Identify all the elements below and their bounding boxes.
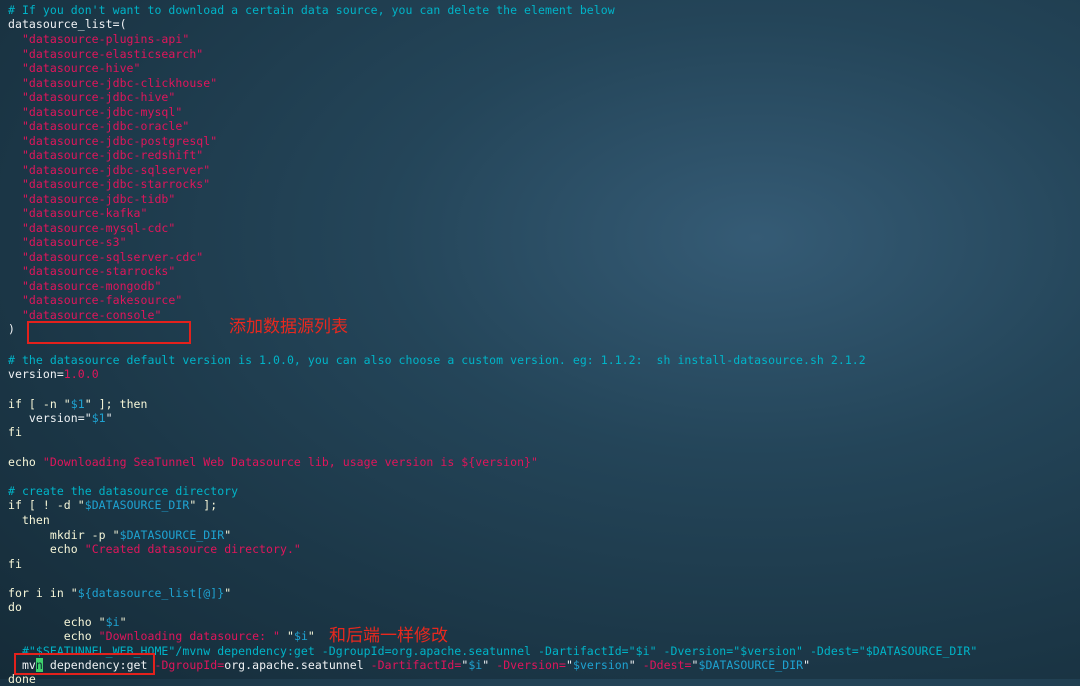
echo-keyword: echo bbox=[8, 615, 99, 629]
echo-variable: $i bbox=[293, 629, 308, 643]
for-variable: ${datasource_list[@]} bbox=[77, 586, 225, 600]
comment-line: # the datasource default version is 1.0.… bbox=[8, 353, 866, 367]
quote: " bbox=[112, 528, 120, 542]
mvn-flag: -Ddest= bbox=[642, 658, 692, 672]
if-rest: ]; bbox=[196, 498, 218, 512]
annotation-add-datasource-list: 添加数据源列表 bbox=[229, 317, 348, 337]
echo-keyword: echo bbox=[8, 542, 85, 556]
for-keyword: for i in bbox=[8, 586, 71, 600]
version-assignment: version=1.0.0 bbox=[8, 367, 99, 381]
if-keyword: if [ ! -d bbox=[8, 498, 78, 512]
quote: " bbox=[307, 629, 315, 643]
if-keyword: if [ -n bbox=[8, 397, 64, 411]
then-line: then bbox=[8, 513, 50, 527]
datasource-list-item: "datasource-plugins-api" bbox=[8, 32, 190, 46]
datasource-list-item: "datasource-starrocks" bbox=[8, 264, 176, 278]
if-line: if [ -n "$1" ]; then bbox=[8, 397, 148, 411]
mvn-variable: $version bbox=[572, 658, 629, 672]
echo-keyword: echo bbox=[8, 629, 99, 643]
datasource-list-item: "datasource-kafka" bbox=[8, 206, 148, 220]
assign-variable: $1 bbox=[91, 411, 106, 425]
echo-string: "Created datasource directory." bbox=[84, 542, 301, 556]
echo-keyword: echo bbox=[8, 455, 43, 469]
datasource-list-item: "datasource-jdbc-starrocks" bbox=[8, 177, 211, 191]
datasource-list-item: "datasource-jdbc-postgresql" bbox=[8, 133, 218, 148]
if-dir-line: if [ ! -d "$DATASOURCE_DIR" ]; bbox=[8, 498, 217, 512]
list-decl-text: datasource_list=( bbox=[8, 17, 127, 31]
datasource-list-item: "datasource-jdbc-sqlserver" bbox=[8, 162, 211, 177]
mkdir-variable: $DATASOURCE_DIR bbox=[119, 528, 225, 542]
fi-line: fi bbox=[8, 557, 22, 571]
if-variable: $DATASOURCE_DIR bbox=[84, 498, 190, 512]
quote: " bbox=[63, 397, 71, 411]
datasource-list-item: "datasource-hive" bbox=[8, 61, 141, 75]
quote: " bbox=[482, 658, 497, 672]
datasource-list-item: "datasource-console" bbox=[8, 307, 162, 322]
mvn-variable: $i bbox=[468, 658, 483, 672]
mvn-flag: -Dversion= bbox=[496, 658, 566, 672]
mkdir-line: mkdir -p "$DATASOURCE_DIR" bbox=[8, 528, 231, 542]
echo-downloading-line: echo "Downloading datasource: " "$i" bbox=[8, 629, 315, 643]
comment-line: # create the datasource directory bbox=[8, 484, 239, 498]
version-value: 1.0.0 bbox=[63, 367, 99, 381]
quote: " bbox=[224, 528, 232, 542]
quote: " bbox=[119, 615, 127, 629]
echo-string: "Downloading SeaTunnel Web Datasource li… bbox=[42, 455, 538, 469]
datasource-list-item: "datasource-jdbc-redshift" bbox=[8, 148, 204, 162]
datasource-list-item: "datasource-elasticsearch" bbox=[8, 46, 204, 61]
quote: " bbox=[98, 615, 106, 629]
datasource-list-item: "datasource-fakesource" bbox=[8, 293, 183, 307]
assign-key: version= bbox=[8, 411, 85, 425]
quote: " bbox=[224, 586, 232, 600]
for-line: for i in "${datasource_list[@]}" bbox=[8, 586, 231, 600]
datasource-list-item: "datasource-jdbc-oracle" bbox=[8, 119, 190, 133]
datasource-list-item: "datasource-jdbc-hive" bbox=[8, 90, 176, 104]
echo-variable: $i bbox=[105, 615, 120, 629]
quote: " bbox=[105, 411, 113, 425]
echo-created-line: echo "Created datasource directory." bbox=[8, 542, 301, 556]
list-declaration: datasource_list=( bbox=[8, 17, 127, 31]
quote: " bbox=[803, 658, 811, 672]
echo-string: "Downloading datasource: " bbox=[98, 629, 280, 643]
comment-line: # If you don't want to download a certai… bbox=[8, 3, 615, 17]
quote: " bbox=[565, 658, 573, 672]
version-key: version= bbox=[8, 367, 64, 381]
fi-line: fi bbox=[8, 425, 22, 439]
quote: " bbox=[691, 658, 699, 672]
echo-line: echo "Downloading SeaTunnel Web Datasour… bbox=[8, 455, 538, 469]
datasource-list-item: "datasource-mysql-cdc" bbox=[8, 220, 176, 235]
quote: " bbox=[84, 397, 92, 411]
datasource-list-item: "datasource-jdbc-tidb" bbox=[8, 191, 176, 206]
annotation-box-datasource-list bbox=[27, 321, 191, 344]
terminal-window[interactable]: # If you don't want to download a certai… bbox=[0, 0, 1080, 686]
quote: " bbox=[628, 658, 643, 672]
mvn-flag: -DgroupId= bbox=[154, 658, 225, 672]
do-line: do bbox=[8, 600, 22, 614]
mvn-group: org.apache.seatunnel bbox=[224, 658, 371, 672]
if-variable: $1 bbox=[70, 397, 85, 411]
datasource-list-item: "datasource-sqlserver-cdc" bbox=[8, 249, 204, 264]
annotation-same-as-backend: 和后端一样修改 bbox=[329, 626, 448, 646]
quote: " bbox=[286, 629, 294, 643]
datasource-list-item: "datasource-jdbc-clickhouse" bbox=[8, 75, 218, 90]
datasource-list-item: "datasource-s3" bbox=[8, 235, 127, 249]
quote: " bbox=[77, 498, 85, 512]
list-close: ) bbox=[8, 322, 15, 336]
annotation-box-mvn bbox=[14, 653, 155, 675]
datasource-list-item: "datasource-jdbc-mysql" bbox=[8, 104, 183, 119]
mvn-variable: $DATASOURCE_DIR bbox=[698, 658, 804, 672]
if-rest: ]; then bbox=[91, 397, 148, 411]
quote: " bbox=[70, 586, 78, 600]
assign-line: version="$1" bbox=[8, 411, 113, 425]
echo-i-line: echo "$i" bbox=[8, 615, 127, 629]
mkdir-keyword: mkdir -p bbox=[8, 528, 113, 542]
datasource-list-item: "datasource-mongodb" bbox=[8, 278, 162, 293]
mvn-flag: -DartifactId= bbox=[370, 658, 462, 672]
quote: " bbox=[84, 411, 92, 425]
